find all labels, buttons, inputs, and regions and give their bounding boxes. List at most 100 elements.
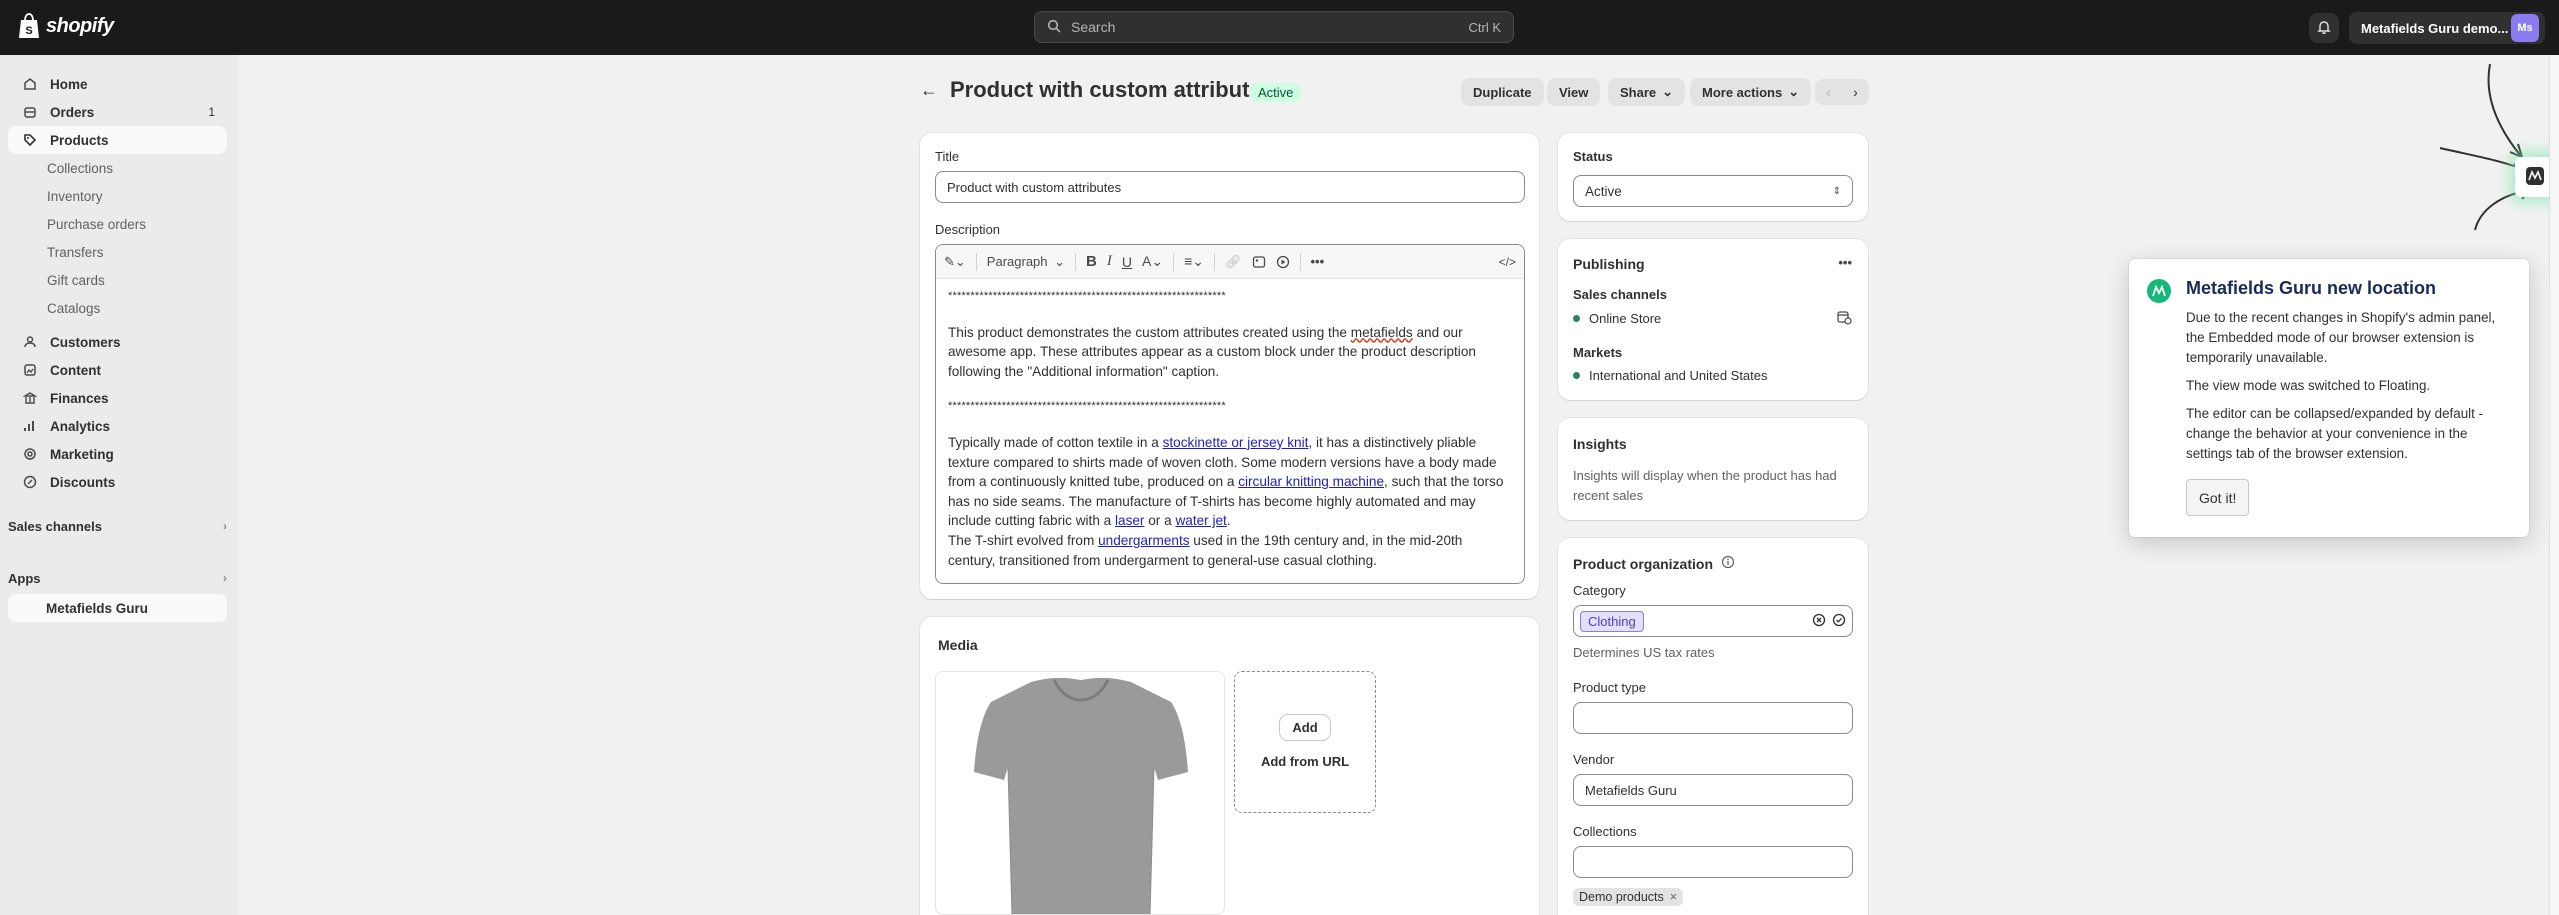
link-icon[interactable]: 🔗︎ [1225,254,1242,270]
bold-icon[interactable]: B [1086,253,1097,270]
link-stockinette[interactable]: stockinette or jersey knit [1163,435,1309,450]
home-icon [20,77,40,91]
clear-circle-icon[interactable] [1812,613,1826,630]
organization-title: Product organization [1573,555,1713,572]
description-paragraph: This product demonstrates the custom att… [948,324,1476,379]
underline-icon[interactable]: U [1122,254,1132,270]
got-it-button[interactable]: Got it! [2186,479,2250,516]
metafields-guru-logo-icon [2525,166,2545,189]
sidebar: Home Orders 1 Products Collections Inven… [0,55,238,915]
status-badge: Active [1250,83,1302,102]
share-button[interactable]: Share ⌄ [1608,78,1686,106]
previous-icon[interactable]: ‹ [1826,84,1831,100]
search-input[interactable]: Search Ctrl K [1034,11,1514,43]
apps-section[interactable]: Apps › [8,564,227,592]
sidebar-item-home[interactable]: Home [8,70,227,98]
description-editor[interactable]: ✎⌄ Paragraph ⌄ B I U A⌄ ≡⌄ 🔗︎ ••• </> **… [935,244,1525,584]
video-icon[interactable] [1276,255,1290,269]
sales-channels-label: Sales channels [8,518,102,534]
sidebar-item-discounts[interactable]: Discounts [8,468,227,496]
back-arrow-icon[interactable]: ← [920,80,938,101]
info-icon[interactable] [1721,555,1735,572]
category-label: Category [1573,583,1626,598]
chevron-right-icon: › [223,571,227,585]
next-icon[interactable]: › [1853,84,1858,100]
sidebar-item-customers[interactable]: Customers [8,328,227,356]
sidebar-subitem-gift-cards[interactable]: Gift cards [47,266,238,294]
paragraph-select[interactable]: Paragraph ⌄ [987,254,1065,270]
sidebar-item-products[interactable]: Products [8,126,227,154]
popup-paragraph: The editor can be collapsed/expanded by … [2186,406,2484,461]
ai-magic-icon[interactable]: ✎⌄ [944,254,966,270]
sidebar-subitem-catalogs[interactable]: Catalogs [47,294,238,322]
description-content[interactable]: ****************************************… [936,279,1524,583]
html-code-icon[interactable]: </> [1499,255,1516,269]
product-image[interactable] [935,671,1225,915]
channel-row: Online Store [1573,311,1661,326]
notifications-button[interactable] [2309,13,2339,43]
sidebar-item-analytics[interactable]: Analytics [8,412,227,440]
select-arrows-icon: ⇕ [1832,185,1841,197]
editor-toolbar: ✎⌄ Paragraph ⌄ B I U A⌄ ≡⌄ 🔗︎ ••• </> [936,245,1524,279]
link-circular-knitting[interactable]: circular knitting machine [1238,474,1384,489]
more-options-icon[interactable]: ••• [1838,255,1852,270]
spellcheck-word: metafields [1350,324,1413,340]
collections-field[interactable] [1573,846,1853,878]
vendor-field[interactable]: Metafields Guru [1573,774,1853,806]
sidebar-item-label: Home [50,76,88,92]
publishing-card: Publishing ••• Sales channels Online Sto… [1558,239,1868,400]
sales-channels-section[interactable]: Sales channels › [8,512,227,540]
add-from-url-link[interactable]: Add from URL [1261,754,1349,769]
link-laser[interactable]: laser [1115,513,1144,528]
chart-icon [20,419,40,433]
link-undergarments[interactable]: undergarments [1098,533,1189,548]
text-color-icon[interactable]: A⌄ [1142,253,1163,270]
apps-label: Apps [8,570,41,586]
image-icon[interactable] [1252,255,1266,269]
calendar-icon[interactable] [1836,309,1852,328]
sidebar-item-label: Products [50,132,109,148]
search-shortcut: Ctrl K [1468,19,1502,35]
sidebar-item-metafields-guru[interactable]: Metafields Guru [8,594,227,622]
scrollbar[interactable] [2549,55,2559,915]
share-label: Share [1620,84,1657,100]
align-icon[interactable]: ≡⌄ [1184,253,1204,270]
sidebar-subitem-collections[interactable]: Collections [47,154,238,182]
sidebar-item-orders[interactable]: Orders 1 [8,98,227,126]
store-switcher[interactable]: Metafields Guru demo... Ms [2349,12,2545,44]
chevron-down-icon: ⌄ [1788,84,1800,99]
toolbar-divider [975,252,977,271]
italic-icon[interactable]: I [1107,253,1112,270]
insights-card: Insights Insights will display when the … [1558,418,1868,520]
pagination: ‹ › [1815,79,1869,105]
add-media-button[interactable]: Add [1280,715,1330,740]
sidebar-item-marketing[interactable]: Marketing [8,440,227,468]
more-formatting-icon[interactable]: ••• [1311,254,1325,269]
shopify-bag-icon: S [18,13,40,39]
sidebar-item-label: Finances [50,390,109,406]
category-field[interactable]: Clothing [1573,605,1853,637]
view-button[interactable]: View [1547,78,1601,106]
more-actions-button[interactable]: More actions ⌄ [1690,78,1812,106]
duplicate-button[interactable]: Duplicate [1461,78,1544,106]
link-water-jet[interactable]: water jet [1175,513,1226,528]
toolbar-divider [1213,252,1215,271]
description-paragraph: The T-shirt evolved from undergarments u… [948,532,1463,568]
product-type-label: Product type [1573,680,1646,695]
sidebar-item-finances[interactable]: Finances [8,384,227,412]
sidebar-subitem-inventory[interactable]: Inventory [47,182,238,210]
sidebar-item-content[interactable]: Content [8,356,227,384]
shopify-logo[interactable]: S shopify [18,13,114,39]
check-circle-icon[interactable] [1832,613,1846,630]
remove-tag-icon[interactable]: × [1670,890,1677,904]
product-type-field[interactable] [1573,702,1853,734]
media-dropzone[interactable]: Add Add from URL [1234,671,1376,813]
search-placeholder: Search [1071,19,1116,35]
organization-header: Product organization [1573,555,1735,572]
title-field[interactable]: Product with custom attributes [935,171,1525,203]
sidebar-subitem-purchase-orders[interactable]: Purchase orders [47,210,238,238]
paragraph-label: Paragraph [986,254,1048,269]
sidebar-subitem-transfers[interactable]: Transfers [47,238,238,266]
status-select[interactable]: Active ⇕ [1573,175,1853,207]
media-title: Media [938,637,978,653]
